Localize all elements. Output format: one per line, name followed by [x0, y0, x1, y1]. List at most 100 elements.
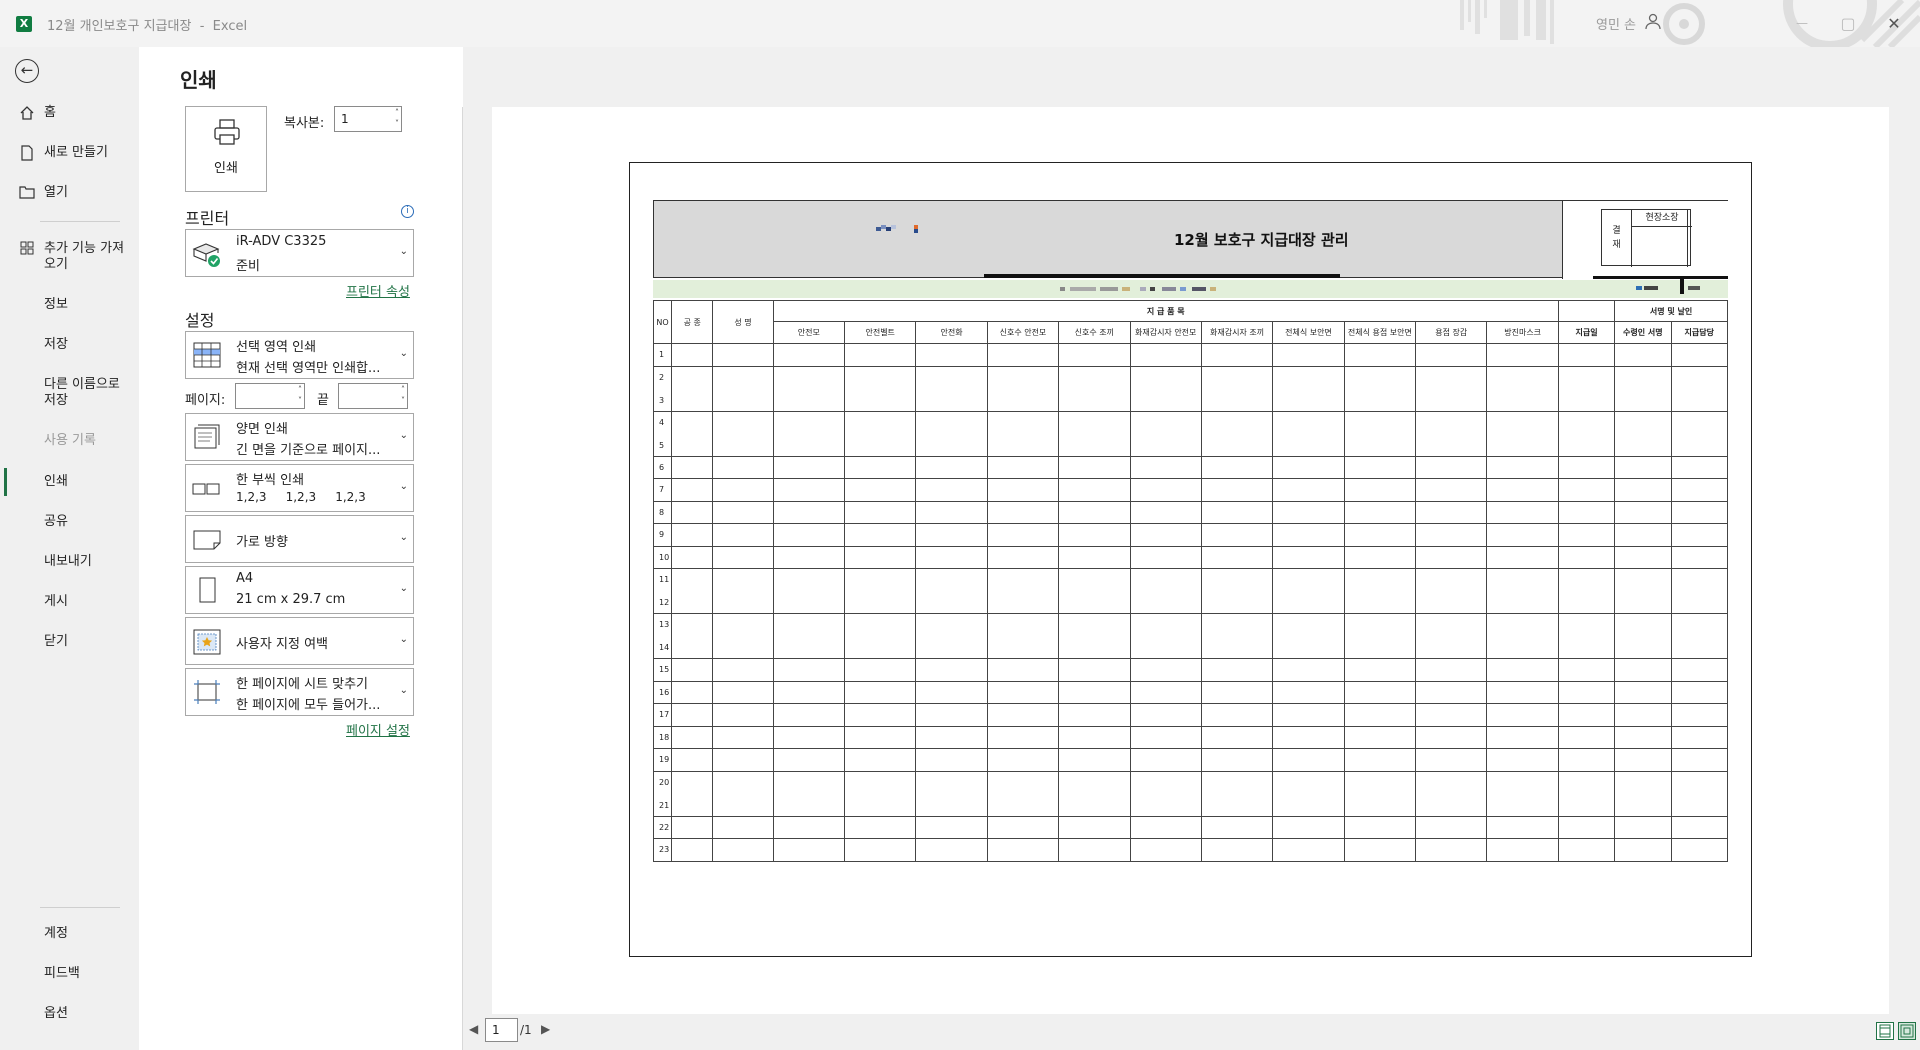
back-button[interactable]: ←	[15, 59, 39, 83]
table-cell	[1343, 725, 1417, 749]
copies-stepper[interactable]: 1 ˄ ˅	[334, 106, 402, 132]
print-settings-pane: 인쇄 인쇄 복사본: 1 ˄ ˅ 프린터 i iR-ADV C3325 준비 ⌄ …	[139, 47, 462, 1050]
minimize-button[interactable]: —	[1779, 0, 1825, 47]
nav-label: 열기	[44, 185, 68, 200]
print-what-dropdown[interactable]: 선택 영역 인쇄 현재 선택 영역만 인쇄합... ⌄	[185, 331, 414, 379]
printer-dropdown[interactable]: iR-ADV C3325 준비 ⌄	[185, 229, 414, 277]
stepper-arrows-icon[interactable]: ˄ ˅	[395, 107, 399, 129]
paper-size-dropdown[interactable]: A4 21 cm x 29.7 cm ⌄	[185, 566, 414, 614]
nav-account[interactable]: 계정	[0, 926, 139, 942]
page-number-input[interactable]: 1	[485, 1018, 518, 1042]
printer-properties-link[interactable]: 프린터 속성	[346, 281, 410, 300]
table-cell	[671, 410, 714, 457]
row-number-value: 10	[659, 552, 670, 562]
nav-publish[interactable]: 게시	[0, 594, 139, 610]
table-row: 17	[652, 703, 1728, 727]
margins-dropdown[interactable]: 사용자 지정 여백 ⌄	[185, 617, 414, 665]
zoom-to-page-icon[interactable]	[1898, 1022, 1916, 1040]
orientation-dropdown[interactable]: 가로 방향 ⌄	[185, 515, 414, 563]
table-cell	[1200, 613, 1274, 659]
table-cell	[1343, 613, 1417, 659]
table-cell	[915, 815, 988, 839]
table-cell	[915, 455, 988, 479]
print-button[interactable]: 인쇄	[185, 106, 267, 192]
col-no: NO	[652, 300, 673, 344]
nav-new[interactable]: 새로 만들기	[0, 145, 139, 161]
nav-feedback[interactable]: 피드백	[0, 966, 139, 982]
app-name: Excel	[212, 19, 248, 34]
user-name[interactable]: 영민 손	[1596, 14, 1636, 33]
duplex-icon	[194, 424, 220, 449]
col-item: 신호수 조끼	[1058, 321, 1131, 344]
nav-addins[interactable]: 추가 기능 가져오기	[0, 241, 130, 273]
table-cell	[1272, 748, 1345, 772]
table-cell	[1614, 725, 1672, 749]
table-cell	[1200, 680, 1274, 704]
next-page-icon[interactable]: ▶	[541, 1022, 550, 1036]
table-cell	[772, 500, 846, 524]
nav-save-as[interactable]: 다른 이름으로 저장	[0, 377, 130, 409]
table-cell	[1343, 410, 1417, 457]
table-cell	[1486, 680, 1559, 704]
nav-info[interactable]: 정보	[0, 297, 139, 313]
scaling-dropdown[interactable]: 한 페이지에 시트 맞추기 한 페이지에 모두 들어가... ⌄	[185, 668, 414, 716]
table-cell	[671, 500, 714, 524]
collate-dropdown[interactable]: 한 부씩 인쇄 1,2,3 1,2,3 1,2,3 ⌄	[185, 464, 414, 512]
table-cell	[844, 748, 917, 772]
table-cell	[915, 838, 988, 862]
table-cell	[986, 500, 1060, 524]
nav-home[interactable]: 홈	[0, 105, 139, 121]
close-button[interactable]: ✕	[1871, 0, 1917, 47]
pages-from-stepper[interactable]: ˄ ˅	[235, 383, 305, 409]
table-cell	[1200, 410, 1274, 457]
table-cell	[1200, 568, 1274, 614]
table-cell	[844, 770, 917, 817]
table-cell	[712, 748, 774, 772]
table-cell	[1557, 725, 1616, 749]
user-icon[interactable]	[1642, 12, 1664, 34]
table-cell	[1272, 725, 1345, 749]
table-cell	[671, 770, 714, 817]
nav-close[interactable]: 닫기	[0, 634, 139, 650]
duplex-dropdown[interactable]: 양면 인쇄 긴 면을 기준으로 페이지... ⌄	[185, 413, 414, 461]
print-what-desc: 현재 선택 영역만 인쇄합...	[236, 361, 381, 376]
table-cell	[772, 568, 846, 614]
nav-open[interactable]: 열기	[0, 185, 139, 201]
table-cell	[1486, 343, 1559, 367]
table-cell	[844, 455, 917, 479]
nav-share[interactable]: 공유	[0, 514, 139, 530]
table-cell	[844, 725, 917, 749]
nav-options[interactable]: 옵션	[0, 1006, 139, 1022]
table-cell	[671, 613, 714, 659]
info-icon[interactable]: i	[401, 205, 414, 218]
scaling-title: 한 페이지에 시트 맞추기	[236, 677, 368, 692]
table-cell	[772, 748, 846, 772]
table-cell	[1272, 770, 1345, 817]
stepper-arrows-icon[interactable]: ˄ ˅	[298, 384, 302, 406]
nav-export[interactable]: 내보내기	[0, 554, 139, 570]
table-cell	[772, 545, 846, 569]
page-setup-link[interactable]: 페이지 설정	[346, 720, 410, 739]
table-cell	[671, 568, 714, 614]
chevron-down-icon: ⌄	[399, 430, 408, 441]
show-margins-icon[interactable]	[1876, 1022, 1894, 1040]
table-cell	[1670, 500, 1728, 524]
table-cell	[844, 545, 917, 569]
table-cell	[986, 703, 1060, 727]
restore-button[interactable]: ▢	[1825, 0, 1871, 47]
table-cell	[915, 500, 988, 524]
table-row: 13 14	[652, 613, 1728, 659]
table-cell	[1129, 680, 1202, 704]
table-cell	[1200, 343, 1274, 367]
prev-page-icon[interactable]: ◀	[469, 1022, 478, 1036]
table-cell	[1557, 815, 1616, 839]
nav-save[interactable]: 저장	[0, 337, 139, 353]
pages-to-stepper[interactable]: ˄ ˅	[338, 383, 408, 409]
stepper-arrows-icon[interactable]: ˄ ˅	[401, 384, 405, 406]
table-cell	[915, 703, 988, 727]
nav-print[interactable]: 인쇄	[0, 468, 139, 496]
col-name: 성 명	[712, 300, 774, 344]
table-cell	[1272, 568, 1345, 614]
table-cell	[671, 815, 714, 839]
row-number-value: 5	[659, 440, 665, 450]
